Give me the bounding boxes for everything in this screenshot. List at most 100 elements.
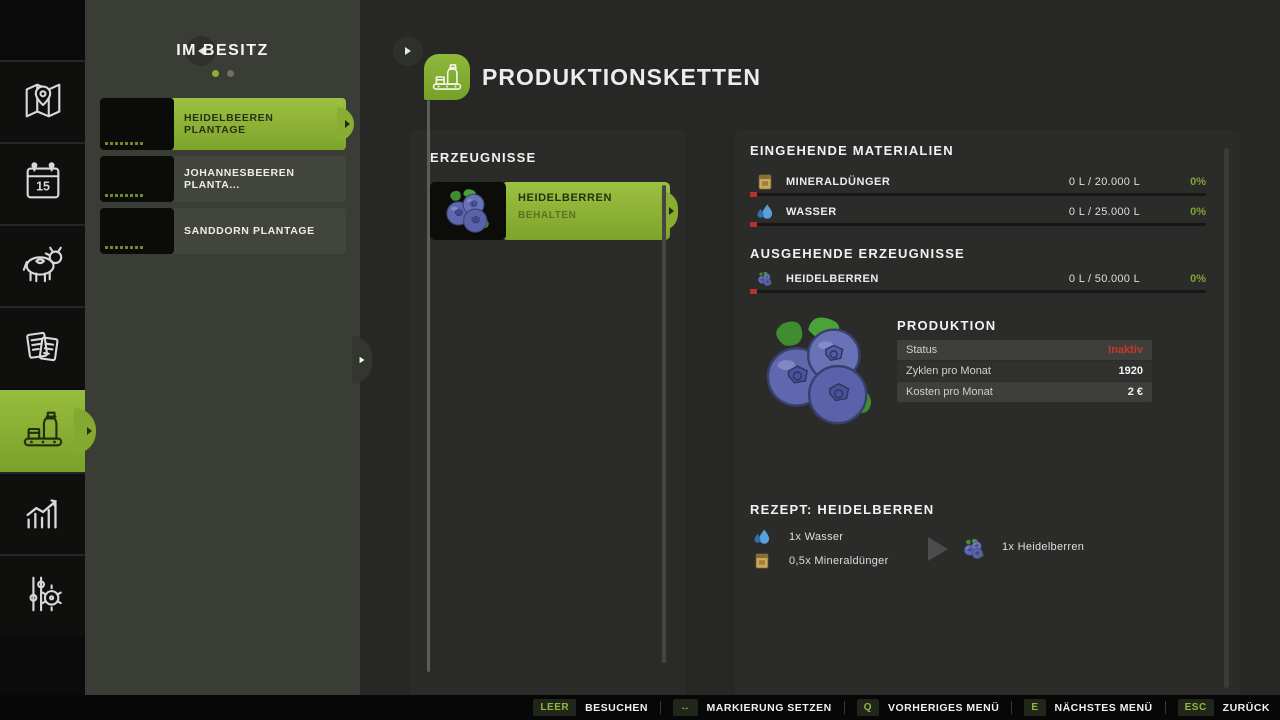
resource-progressbar xyxy=(750,222,1206,227)
plantation-thumbnail xyxy=(100,156,174,202)
divider xyxy=(1164,701,1166,714)
production-row-status: Status Inaktiv xyxy=(897,340,1152,360)
hotkey-label-visit: BESUCHEN xyxy=(585,701,649,714)
recipe-output-text: 1x Heidelberren xyxy=(1002,541,1085,553)
tab-calendar[interactable]: 15 xyxy=(0,142,85,224)
plantation-label: JOHANNESBEEREN PLANTA... xyxy=(184,167,295,191)
page-title: PRODUKTIONSKETTEN xyxy=(482,63,761,90)
hotkey-e: E xyxy=(1024,699,1046,716)
divider xyxy=(1011,701,1013,714)
divider xyxy=(660,701,662,714)
products-title: ERZEUGNISSE xyxy=(430,150,537,165)
pager-dot xyxy=(226,70,234,77)
calendar-icon: 15 xyxy=(20,159,66,210)
production-row-value: 1920 xyxy=(1118,365,1143,377)
resource-name: MINERALDÜNGER xyxy=(786,176,891,188)
production-chains-icon xyxy=(424,54,470,100)
documents-icon xyxy=(20,323,66,374)
chevron-right-icon xyxy=(405,47,411,55)
details-scrollbar[interactable] xyxy=(1224,148,1229,688)
blueberries-illustration xyxy=(749,312,891,430)
chevron-right-icon xyxy=(359,356,365,364)
resource-amount: 0 L / 50.000 L xyxy=(1068,273,1140,285)
thumbnail-price-text xyxy=(105,246,143,249)
settings-icon xyxy=(20,571,66,622)
hotkey-esc: ESC xyxy=(1177,699,1214,716)
production-row-costs: Kosten pro Monat 2 € xyxy=(897,382,1152,402)
selected-arrow-icon xyxy=(345,120,350,128)
thumbnail-price-text xyxy=(105,194,143,197)
product-thumbnail xyxy=(430,182,506,240)
resource-amount: 0 L / 20.000 L xyxy=(1068,176,1140,188)
input-row-wasser: WASSER 0 L / 25.000 L 0% xyxy=(750,202,1206,224)
production-row-label: Kosten pro Monat xyxy=(906,386,993,398)
production-row-value: 2 € xyxy=(1127,386,1143,398)
water-icon xyxy=(753,528,771,546)
selected-tag-tip xyxy=(337,107,354,141)
production-title: PRODUKTION xyxy=(897,318,997,333)
recipe-input-text: 1x Wasser xyxy=(789,531,844,543)
resource-percent: 0% xyxy=(1190,206,1206,218)
pager-dot-active xyxy=(211,70,219,77)
status-badge: Inaktiv xyxy=(1108,344,1143,356)
thumbnail-price-text xyxy=(105,142,143,145)
list-item-plantation-2[interactable]: SANDDORN PLANTAGE xyxy=(100,208,346,254)
page-header: PRODUKTIONSKETTEN xyxy=(424,54,761,100)
tab-animals[interactable] xyxy=(0,224,85,306)
hotkey-q: Q xyxy=(856,699,879,716)
production-row-cycles: Zyklen pro Monat 1920 xyxy=(897,361,1152,381)
resource-amount: 0 L / 25.000 L xyxy=(1068,206,1140,218)
tab-map[interactable] xyxy=(0,60,85,142)
tab-statistics[interactable] xyxy=(0,472,85,554)
production-icon xyxy=(20,406,66,457)
hotkey-tab: ↔ xyxy=(673,699,698,716)
cow-icon xyxy=(20,241,66,292)
resource-progressbar xyxy=(750,192,1206,197)
active-tab-arrow-icon xyxy=(87,427,92,435)
hotkey-label-prev-menu: VORHERIGES MENÜ xyxy=(887,701,1000,714)
panel-collapse-handle[interactable] xyxy=(352,336,372,384)
fertilizer-icon xyxy=(756,173,774,191)
owned-panel-title: IM BESITZ xyxy=(176,42,269,59)
hotkey-label-set-marker: MARKIERUNG SETZEN xyxy=(706,701,832,714)
list-item-product-0[interactable]: HEIDELBERREN BEHALTEN xyxy=(430,182,678,240)
svg-text:15: 15 xyxy=(36,179,50,193)
outputs-title: AUSGEHENDE ERZEUGNISSE xyxy=(750,246,965,261)
resource-name: WASSER xyxy=(786,206,837,218)
owned-panel: IM BESITZ HEIDELBEEREN PLANTAGE JOHANNES… xyxy=(85,0,430,695)
product-name: HEIDELBERREN xyxy=(518,192,612,204)
plantation-thumbnail xyxy=(100,98,174,150)
tab-production[interactable] xyxy=(0,388,92,472)
statistics-icon xyxy=(20,489,66,540)
hotkey-bar: LEER BESUCHEN ↔ MARKIERUNG SETZEN Q VORH… xyxy=(0,695,1280,720)
plantation-label: HEIDELBEEREN PLANTAGE xyxy=(184,112,274,136)
selected-arrow-icon xyxy=(669,207,674,215)
map-icon xyxy=(20,77,66,128)
list-item-plantation-0[interactable]: HEIDELBEEREN PLANTAGE xyxy=(100,98,354,150)
resource-percent: 0% xyxy=(1190,273,1206,285)
recipe-input-fertilizer: 0,5x Mineraldünger xyxy=(753,552,889,570)
recipe-input-text: 0,5x Mineraldünger xyxy=(789,555,889,567)
hotkey-space: LEER xyxy=(533,699,577,716)
products-panel: ERZEUGNISSE HEIDELBERREN BEHALTEN xyxy=(410,130,685,700)
divider xyxy=(843,701,845,714)
recipe-arrow-icon xyxy=(928,537,948,561)
pager-dots xyxy=(85,70,360,77)
recipe-title: REZEPT: HEIDELBERREN xyxy=(750,502,935,517)
details-panel: EINGEHENDE MATERIALIEN MINERALDÜNGER 0 L… xyxy=(735,130,1240,700)
tab-contracts[interactable] xyxy=(0,306,85,388)
blueberry-icon xyxy=(756,270,774,288)
products-scrollbar[interactable] xyxy=(662,185,666,663)
input-row-mineraldunger: MINERALDÜNGER 0 L / 20.000 L 0% xyxy=(750,172,1206,194)
recipe-input-water: 1x Wasser xyxy=(753,528,843,546)
tab-settings[interactable] xyxy=(0,554,85,636)
plantation-label: SANDDORN PLANTAGE xyxy=(184,225,315,237)
plantation-thumbnail xyxy=(100,208,174,254)
production-row-label: Zyklen pro Monat xyxy=(906,365,991,377)
blueberry-icon xyxy=(961,538,987,560)
list-item-plantation-1[interactable]: JOHANNESBEEREN PLANTA... xyxy=(100,156,346,202)
recipe-output: 1x Heidelberren xyxy=(1002,541,1084,553)
fertilizer-icon xyxy=(753,552,771,570)
page-next-button[interactable] xyxy=(393,36,423,66)
water-icon xyxy=(756,203,774,221)
